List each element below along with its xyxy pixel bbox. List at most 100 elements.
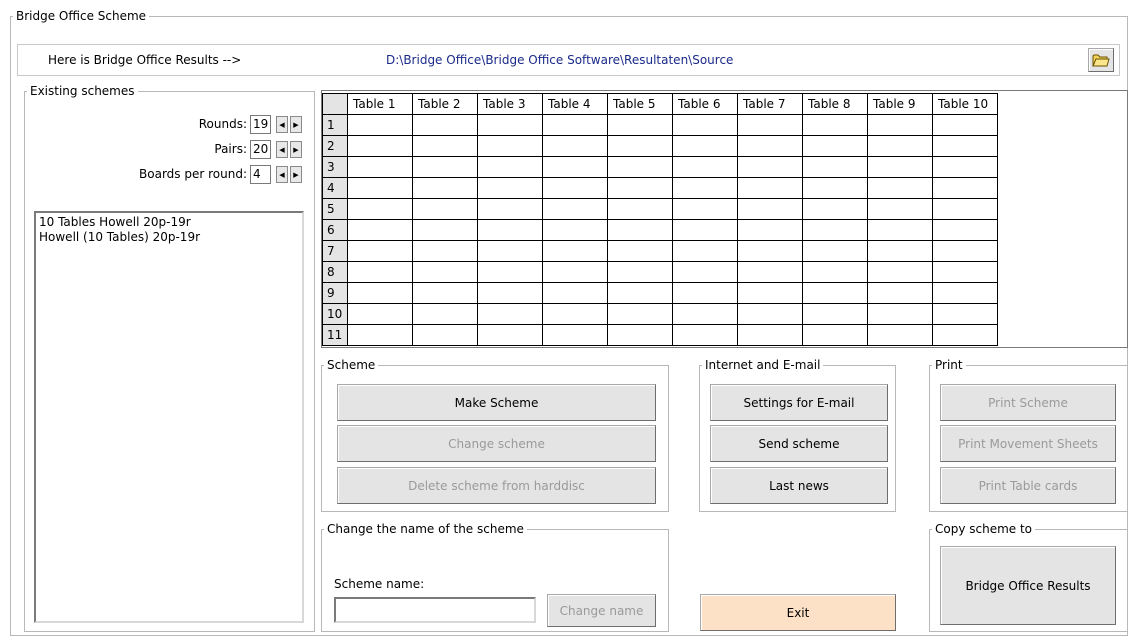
print-movement-sheets-button[interactable]: Print Movement Sheets bbox=[940, 425, 1116, 462]
grid-cell[interactable] bbox=[802, 135, 868, 157]
grid-cell[interactable] bbox=[477, 198, 543, 220]
grid-cell[interactable] bbox=[607, 198, 673, 220]
grid-cell[interactable] bbox=[607, 219, 673, 241]
grid-cell[interactable] bbox=[477, 282, 543, 304]
grid-cell[interactable] bbox=[932, 219, 998, 241]
exit-button[interactable]: Exit bbox=[700, 594, 896, 631]
scheme-grid[interactable]: Table 1 Table 2 Table 3 Table 4 Table 5 … bbox=[321, 90, 1128, 348]
make-scheme-button[interactable]: Make Scheme bbox=[337, 384, 656, 421]
grid-cell[interactable] bbox=[867, 324, 933, 346]
grid-cell[interactable] bbox=[477, 219, 543, 241]
list-item[interactable]: 10 Tables Howell 20p-19r bbox=[39, 215, 299, 230]
grid-cell[interactable] bbox=[607, 240, 673, 262]
grid-cell[interactable] bbox=[607, 114, 673, 136]
grid-cell[interactable] bbox=[477, 240, 543, 262]
grid-cell[interactable] bbox=[932, 156, 998, 178]
rounds-decrement[interactable]: ◀ bbox=[276, 116, 288, 133]
grid-cell[interactable] bbox=[347, 219, 413, 241]
grid-cell[interactable] bbox=[672, 135, 738, 157]
grid-cell[interactable] bbox=[867, 240, 933, 262]
grid-cell[interactable] bbox=[867, 219, 933, 241]
grid-cell[interactable] bbox=[672, 177, 738, 199]
grid-cell[interactable] bbox=[347, 240, 413, 262]
grid-cell[interactable] bbox=[802, 156, 868, 178]
grid-cell[interactable] bbox=[802, 261, 868, 283]
grid-cell[interactable] bbox=[672, 156, 738, 178]
grid-cell[interactable] bbox=[477, 303, 543, 325]
grid-cell[interactable] bbox=[932, 198, 998, 220]
grid-cell[interactable] bbox=[737, 240, 803, 262]
grid-cell[interactable] bbox=[802, 240, 868, 262]
grid-cell[interactable] bbox=[932, 324, 998, 346]
grid-cell[interactable] bbox=[347, 303, 413, 325]
grid-cell[interactable] bbox=[867, 303, 933, 325]
grid-cell[interactable] bbox=[542, 135, 608, 157]
grid-cell[interactable] bbox=[412, 177, 478, 199]
results-path[interactable]: D:\Bridge Office\Bridge Office Software\… bbox=[386, 53, 886, 69]
pairs-decrement[interactable]: ◀ bbox=[276, 141, 288, 158]
grid-cell[interactable] bbox=[412, 324, 478, 346]
grid-cell[interactable] bbox=[347, 198, 413, 220]
grid-cell[interactable] bbox=[867, 135, 933, 157]
boards-increment[interactable]: ▶ bbox=[290, 166, 302, 183]
grid-cell[interactable] bbox=[672, 219, 738, 241]
grid-cell[interactable] bbox=[802, 219, 868, 241]
grid-cell[interactable] bbox=[607, 261, 673, 283]
browse-folder-button[interactable] bbox=[1088, 48, 1114, 72]
grid-cell[interactable] bbox=[607, 156, 673, 178]
grid-cell[interactable] bbox=[542, 114, 608, 136]
grid-cell[interactable] bbox=[347, 135, 413, 157]
grid-cell[interactable] bbox=[672, 261, 738, 283]
grid-cell[interactable] bbox=[347, 282, 413, 304]
grid-cell[interactable] bbox=[607, 135, 673, 157]
grid-cell[interactable] bbox=[802, 177, 868, 199]
list-item[interactable]: Howell (10 Tables) 20p-19r bbox=[39, 230, 299, 245]
grid-cell[interactable] bbox=[867, 177, 933, 199]
grid-cell[interactable] bbox=[737, 324, 803, 346]
grid-cell[interactable] bbox=[477, 135, 543, 157]
grid-cell[interactable] bbox=[932, 114, 998, 136]
grid-cell[interactable] bbox=[347, 114, 413, 136]
grid-cell[interactable] bbox=[542, 198, 608, 220]
rounds-input[interactable]: 19 bbox=[250, 115, 271, 134]
grid-cell[interactable] bbox=[932, 303, 998, 325]
grid-cell[interactable] bbox=[477, 261, 543, 283]
grid-cell[interactable] bbox=[412, 303, 478, 325]
grid-cell[interactable] bbox=[477, 324, 543, 346]
grid-cell[interactable] bbox=[607, 177, 673, 199]
grid-cell[interactable] bbox=[412, 198, 478, 220]
grid-cell[interactable] bbox=[347, 177, 413, 199]
grid-cell[interactable] bbox=[867, 198, 933, 220]
grid-cell[interactable] bbox=[412, 282, 478, 304]
grid-cell[interactable] bbox=[802, 324, 868, 346]
grid-cell[interactable] bbox=[412, 240, 478, 262]
copy-to-results-button[interactable]: Bridge Office Results bbox=[940, 546, 1116, 625]
grid-cell[interactable] bbox=[672, 114, 738, 136]
grid-cell[interactable] bbox=[412, 219, 478, 241]
change-scheme-button[interactable]: Change scheme bbox=[337, 425, 656, 462]
grid-cell[interactable] bbox=[802, 282, 868, 304]
schemes-list[interactable]: 10 Tables Howell 20p-19r Howell (10 Tabl… bbox=[34, 211, 304, 623]
grid-cell[interactable] bbox=[672, 240, 738, 262]
grid-cell[interactable] bbox=[477, 114, 543, 136]
grid-cell[interactable] bbox=[737, 303, 803, 325]
grid-cell[interactable] bbox=[802, 303, 868, 325]
grid-cell[interactable] bbox=[347, 324, 413, 346]
grid-cell[interactable] bbox=[737, 135, 803, 157]
grid-cell[interactable] bbox=[867, 282, 933, 304]
grid-cell[interactable] bbox=[737, 177, 803, 199]
grid-cell[interactable] bbox=[802, 198, 868, 220]
grid-cell[interactable] bbox=[737, 156, 803, 178]
boards-input[interactable]: 4 bbox=[250, 165, 271, 184]
pairs-input[interactable]: 20 bbox=[250, 140, 271, 159]
grid-cell[interactable] bbox=[737, 261, 803, 283]
grid-cell[interactable] bbox=[412, 261, 478, 283]
grid-cell[interactable] bbox=[867, 114, 933, 136]
send-scheme-button[interactable]: Send scheme bbox=[710, 425, 888, 462]
scheme-name-input[interactable] bbox=[334, 597, 536, 623]
grid-cell[interactable] bbox=[932, 240, 998, 262]
grid-cell[interactable] bbox=[737, 114, 803, 136]
pairs-increment[interactable]: ▶ bbox=[290, 141, 302, 158]
print-scheme-button[interactable]: Print Scheme bbox=[940, 384, 1116, 421]
grid-cell[interactable] bbox=[347, 261, 413, 283]
